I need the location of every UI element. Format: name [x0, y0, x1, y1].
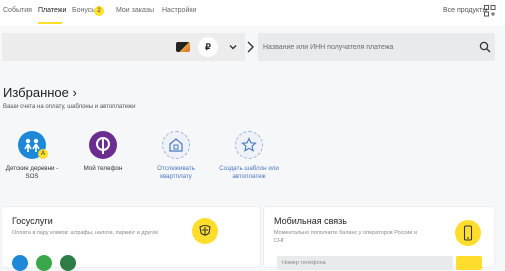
service-icon — [12, 255, 28, 271]
mobile-description: Моментально пополните баланс у операторо… — [274, 230, 417, 244]
favorite-create-template[interactable]: Создать шаблон или автоплатеж — [219, 131, 279, 181]
service-icon — [60, 255, 76, 271]
favorite-label: Отслеживать квартплату — [157, 165, 195, 180]
tab-bonuses[interactable]: Бонусы — [72, 7, 96, 14]
autopay-badge: A — [38, 149, 48, 159]
account-selector[interactable]: ₽ — [2, 33, 245, 61]
gosuslugi-title: Госуслуги — [12, 216, 53, 226]
payee-search-field[interactable] — [258, 33, 495, 61]
topup-button[interactable] — [456, 256, 482, 270]
sos-villages-icon: A — [18, 131, 48, 159]
bonus-count-badge: 2 — [94, 6, 104, 16]
phone-number-field[interactable] — [277, 256, 453, 270]
gosuslugi-card[interactable]: Госуслуги Оплата в пару кликов: штрафы, … — [2, 207, 260, 271]
tab-payments[interactable]: Платежи — [38, 7, 66, 14]
favorite-sos-villages[interactable]: A Детские деревни - SOS — [2, 131, 62, 181]
favorite-my-phone[interactable]: Мой телефон — [73, 131, 133, 173]
favorites-title[interactable]: Избранное › — [3, 85, 77, 100]
mobile-operator-icon — [89, 131, 117, 159]
all-products-link[interactable]: Все продукты — [443, 7, 487, 14]
chevron-down-icon[interactable] — [228, 42, 238, 52]
search-icon[interactable] — [479, 41, 491, 53]
star-icon — [235, 131, 263, 159]
coat-of-arms-icon — [192, 218, 218, 244]
mobile-title: Мобильная связь — [274, 216, 347, 226]
payee-search-input[interactable] — [263, 38, 473, 56]
favorite-label: Создать шаблон или автоплатеж — [219, 165, 279, 180]
payment-bar: ₽ — [0, 33, 505, 61]
house-icon — [162, 131, 190, 159]
favorites-subtitle: Ваши счета на оплату, шаблоны и автоплат… — [3, 104, 136, 110]
all-products-icon[interactable] — [484, 5, 496, 17]
favorite-label: Детские деревни - SOS — [5, 165, 59, 180]
gosuslugi-description: Оплата в пару кликов: штрафы, налоги, па… — [12, 230, 159, 236]
active-tab-indicator — [38, 22, 62, 24]
chevron-right-icon — [247, 41, 254, 53]
favorite-track-utilities[interactable]: Отслеживать квартплату — [146, 131, 206, 181]
smartphone-icon — [455, 220, 481, 246]
tab-settings[interactable]: Настройки — [162, 7, 196, 14]
tab-events[interactable]: События — [3, 7, 32, 14]
favorite-label: Мой телефон — [83, 165, 123, 172]
service-icon — [36, 255, 52, 271]
top-nav: События Платежи Бонусы 2 Мои заказы Наст… — [0, 0, 505, 26]
currency-selector[interactable]: ₽ — [198, 37, 218, 57]
tab-my-orders[interactable]: Мои заказы — [116, 7, 154, 14]
bank-card-icon — [176, 42, 190, 52]
